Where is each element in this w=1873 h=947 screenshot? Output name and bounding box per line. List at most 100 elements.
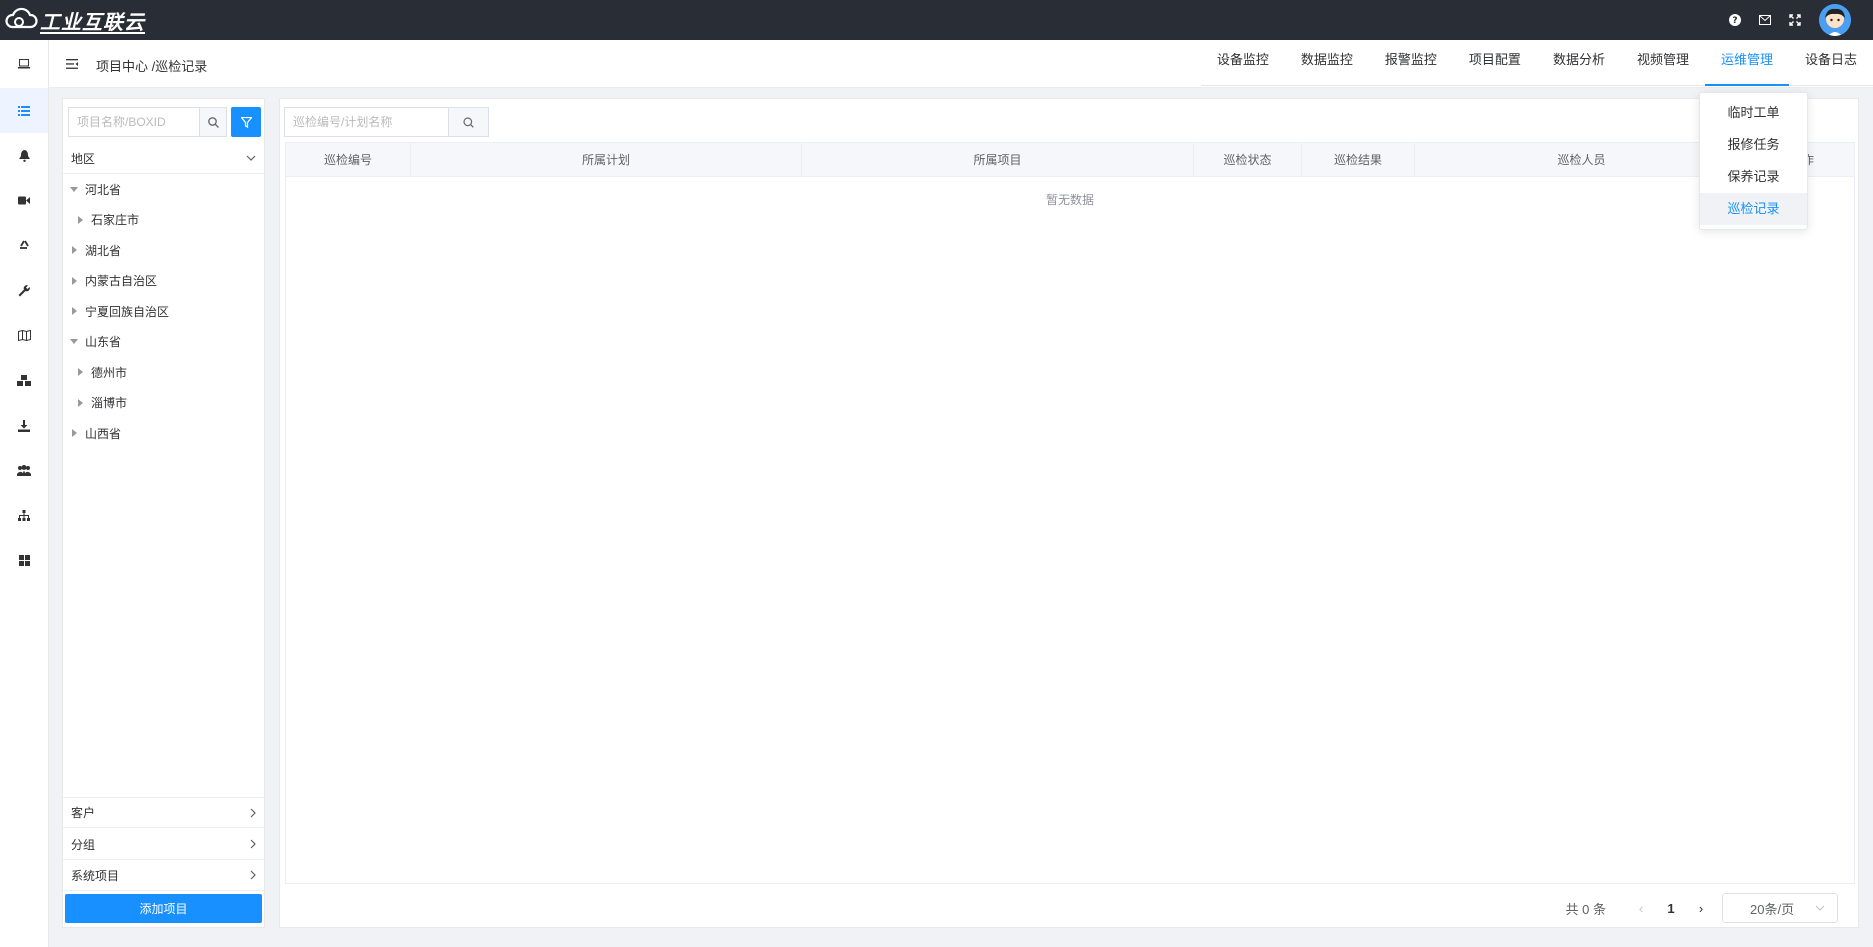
- svg-text:?: ?: [1732, 16, 1737, 26]
- help-icon[interactable]: ?: [1727, 12, 1743, 28]
- tree-node[interactable]: 湖北省: [63, 235, 264, 266]
- tree-node[interactable]: 山西省: [63, 418, 264, 449]
- total-count: 共 0 条: [1565, 901, 1606, 917]
- rail-bell-icon[interactable]: [0, 133, 48, 178]
- project-search-button[interactable]: [199, 107, 227, 137]
- nav-video-management[interactable]: 视频管理: [1621, 40, 1705, 86]
- menu-collapse-icon[interactable]: [65, 57, 79, 71]
- caret-right-icon: [75, 398, 85, 408]
- customer-section-header[interactable]: 客户: [63, 797, 264, 828]
- column-header: 巡检编号: [286, 143, 411, 176]
- icon-rail: [0, 40, 49, 947]
- tree-node[interactable]: 淄博市: [63, 388, 264, 419]
- chevron-right-icon: [250, 870, 256, 880]
- current-page[interactable]: 1: [1656, 901, 1686, 916]
- tree-node-label: 德州市: [91, 365, 128, 380]
- inspection-search-button[interactable]: [448, 107, 489, 137]
- chevron-down-icon: [246, 155, 256, 161]
- inspection-table: 巡检编号 所属计划 所属项目 巡检状态 巡检结果 巡检人员 作 暂无数据: [285, 142, 1855, 884]
- caret-down-icon: [69, 184, 79, 194]
- region-section-header[interactable]: 地区: [63, 143, 264, 174]
- filter-button[interactable]: [231, 107, 261, 137]
- nav-operations-management[interactable]: 运维管理: [1704, 40, 1789, 86]
- tree-node-label: 宁夏回族自治区: [85, 304, 170, 319]
- empty-state-text: 暂无数据: [1045, 193, 1094, 207]
- caret-right-icon: [75, 367, 85, 377]
- next-page-icon[interactable]: ›: [1686, 901, 1716, 916]
- tree-node[interactable]: 石家庄市: [63, 205, 264, 236]
- operations-dropdown: 临时工单 报修任务 保养记录 巡检记录: [1699, 92, 1808, 230]
- dropdown-item-inspection-record[interactable]: 巡检记录: [1700, 193, 1807, 225]
- mail-icon[interactable]: [1757, 12, 1773, 28]
- tree-node-label: 湖北省: [85, 243, 122, 258]
- tree-node-label: 山东省: [85, 335, 122, 350]
- tree-node-label: 河北省: [85, 182, 122, 197]
- rail-download-icon[interactable]: [0, 403, 48, 448]
- nav-data-monitor[interactable]: 数据监控: [1285, 40, 1369, 86]
- project-tree-panel: 地区 河北省 石家庄市 湖北省 内蒙古自治区 宁夏回族自治区 山东省: [62, 98, 265, 928]
- search-icon: [463, 116, 474, 128]
- system-project-section-header[interactable]: 系统项目: [63, 860, 264, 891]
- nav-device-log[interactable]: 设备日志: [1789, 40, 1873, 86]
- inspection-record-panel: 巡检编号 所属计划 所属项目 巡检状态 巡检结果 巡检人员 作 暂无数据 共 0…: [279, 98, 1859, 928]
- tree-node[interactable]: 宁夏回族自治区: [63, 296, 264, 327]
- rail-wrench-icon[interactable]: [0, 268, 48, 313]
- dropdown-item-maintenance-record[interactable]: 保养记录: [1700, 161, 1807, 193]
- rail-recycle-icon[interactable]: [0, 223, 48, 268]
- caret-right-icon: [69, 276, 79, 286]
- top-bar: 工业互联云 ?: [0, 0, 1873, 40]
- project-search-input[interactable]: [68, 107, 199, 137]
- chevron-right-icon: [250, 839, 256, 849]
- inspection-search-input[interactable]: [284, 107, 448, 137]
- tree-node[interactable]: 河北省: [63, 174, 264, 205]
- rail-list-icon[interactable]: [0, 88, 48, 133]
- region-tree: 河北省 石家庄市 湖北省 内蒙古自治区 宁夏回族自治区 山东省 德州市 淄博市: [63, 174, 264, 449]
- region-section-label: 地区: [71, 151, 96, 166]
- nav-project-config[interactable]: 项目配置: [1453, 40, 1537, 86]
- rail-map-icon[interactable]: [0, 313, 48, 358]
- tree-node-label: 石家庄市: [91, 213, 140, 228]
- dropdown-item-temp-work-order[interactable]: 临时工单: [1700, 97, 1807, 129]
- prev-page-icon[interactable]: ‹: [1626, 901, 1656, 916]
- column-header: 巡检状态: [1194, 143, 1302, 176]
- rail-cubes-icon[interactable]: [0, 358, 48, 403]
- user-avatar[interactable]: [1819, 4, 1851, 36]
- pagination: 共 0 条 ‹ 1 › 20条/页: [1566, 893, 1838, 923]
- tree-node[interactable]: 德州市: [63, 357, 264, 388]
- nav-alarm-monitor[interactable]: 报警监控: [1369, 40, 1453, 86]
- monitor-icon[interactable]: [0, 40, 48, 88]
- tree-node-label: 山西省: [85, 426, 122, 441]
- page-size-select[interactable]: 20条/页: [1722, 893, 1838, 923]
- customer-section-label: 客户: [71, 806, 96, 820]
- nav-device-monitor[interactable]: 设备监控: [1201, 40, 1285, 86]
- column-header: 所属计划: [411, 143, 802, 176]
- caret-right-icon: [69, 245, 79, 255]
- fullscreen-icon[interactable]: [1787, 12, 1803, 28]
- group-section-header[interactable]: 分组: [63, 829, 264, 860]
- app-logo[interactable]: 工业互联云: [4, 7, 145, 34]
- rail-grid-icon[interactable]: [0, 538, 48, 583]
- rail-org-chart-icon[interactable]: [0, 493, 48, 538]
- tree-node-label: 内蒙古自治区: [85, 274, 158, 289]
- chevron-right-icon: [250, 808, 256, 817]
- caret-right-icon: [69, 428, 79, 438]
- caret-right-icon: [69, 306, 79, 316]
- rail-users-icon[interactable]: [0, 448, 48, 493]
- add-project-button[interactable]: 添加项目: [65, 894, 262, 923]
- cloud-logo-icon: [5, 7, 38, 29]
- page-header: 项目中心 /巡检记录 设备监控 数据监控 报警监控 项目配置 数据分析 视频管理…: [49, 40, 1873, 88]
- tree-node[interactable]: 山东省: [63, 327, 264, 358]
- caret-right-icon: [75, 215, 85, 225]
- dropdown-item-repair-task[interactable]: 报修任务: [1700, 129, 1807, 161]
- nav-data-analysis[interactable]: 数据分析: [1537, 40, 1621, 86]
- rail-video-icon[interactable]: [0, 178, 48, 223]
- logo-text: 工业互联云: [40, 11, 145, 34]
- tree-node[interactable]: 内蒙古自治区: [63, 266, 264, 297]
- caret-down-icon: [69, 337, 79, 347]
- page-size-value: 20条/页: [1750, 901, 1795, 917]
- top-nav: 设备监控 数据监控 报警监控 项目配置 数据分析 视频管理 运维管理 设备日志: [1200, 40, 1873, 86]
- system-project-section-label: 系统项目: [71, 868, 120, 883]
- tree-node-label: 淄博市: [91, 396, 128, 411]
- table-header: 巡检编号 所属计划 所属项目 巡检状态 巡检结果 巡检人员 作: [286, 143, 1854, 177]
- column-header: 巡检结果: [1302, 143, 1415, 176]
